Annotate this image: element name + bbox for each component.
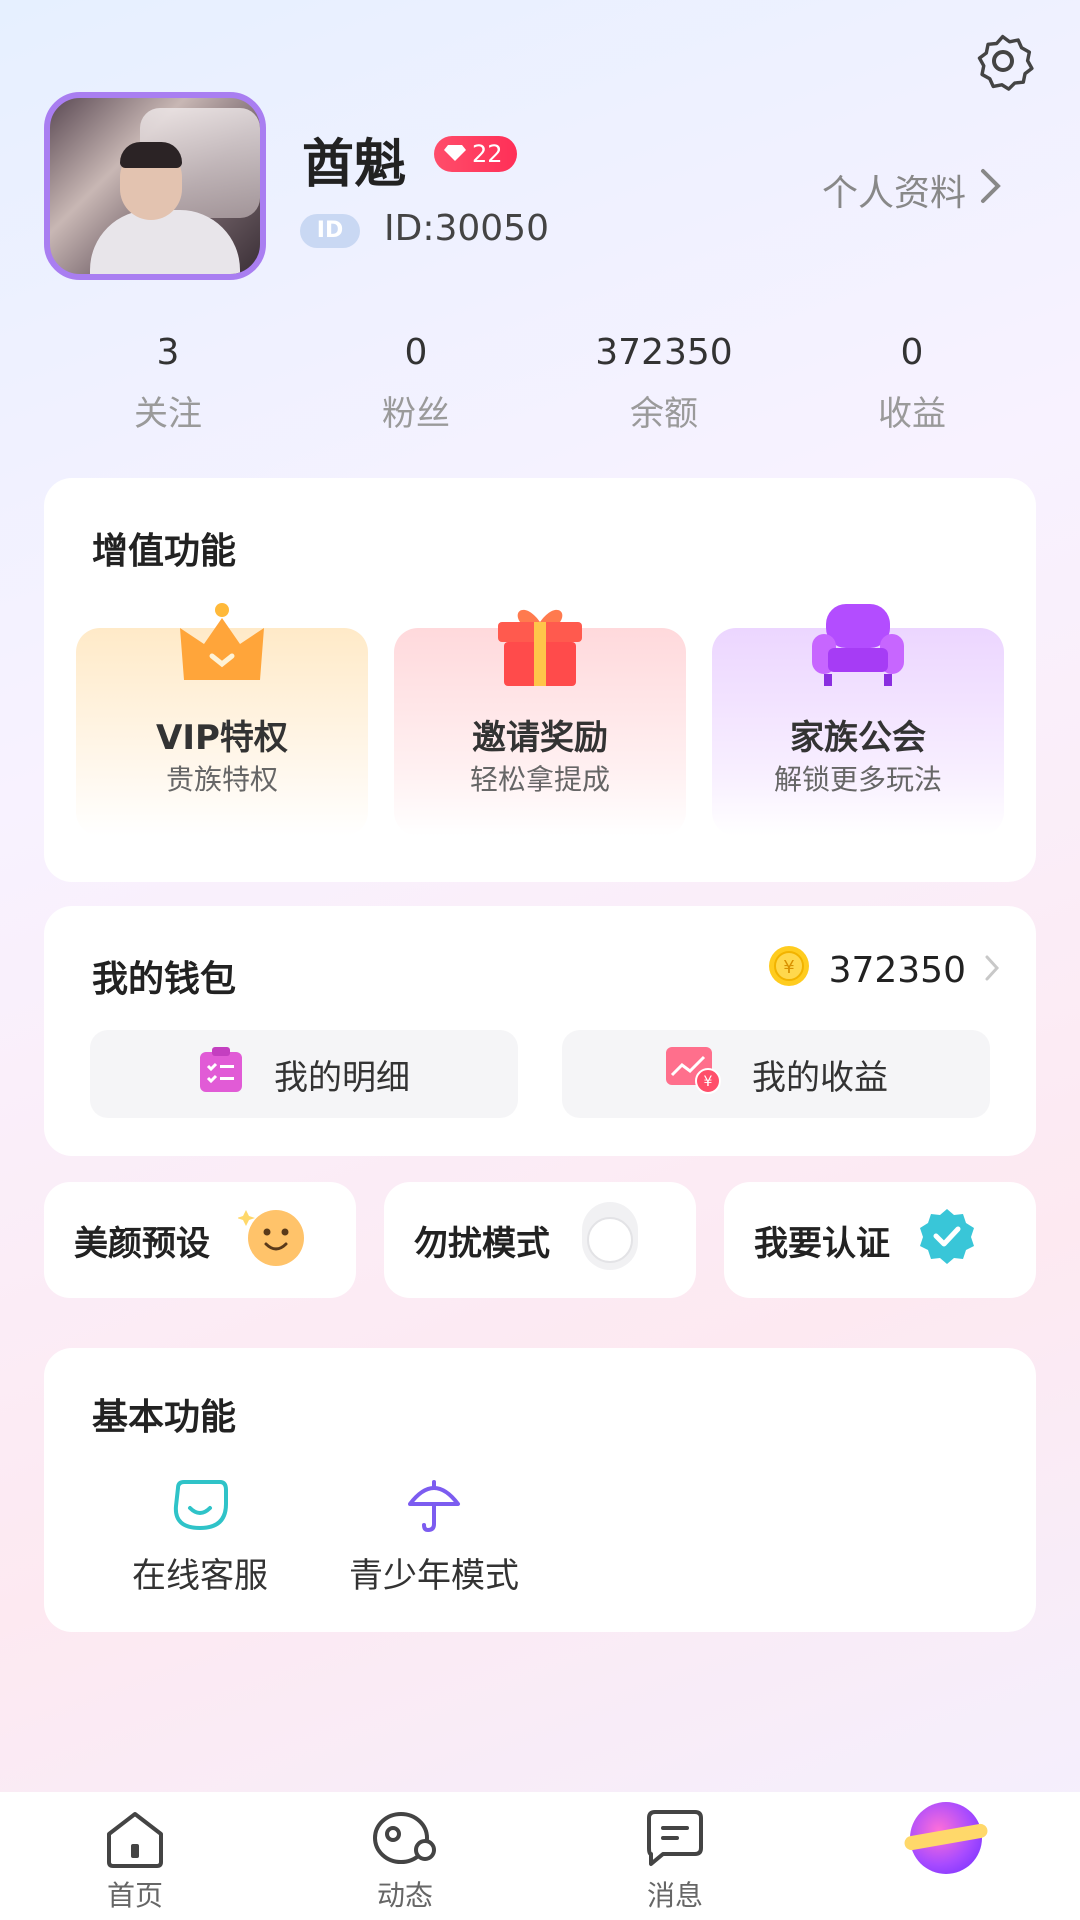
teen-mode-item[interactable]: 青少年模式 (324, 1478, 544, 1597)
sofa-icon (808, 600, 908, 690)
my-income-label: 我的收益 (752, 1057, 888, 1098)
profile-link-label: 个人资料 (822, 173, 967, 214)
verification-label: 我要认证 (754, 1223, 890, 1264)
family-guild-card[interactable]: 家族公会 解锁更多玩法 (712, 604, 1004, 836)
feature-subtitle: 解锁更多玩法 (773, 763, 942, 796)
message-icon (641, 1808, 709, 1870)
basic-functions-title: 基本功能 (92, 1397, 237, 1438)
nav-home[interactable]: 首页 (0, 1792, 270, 1920)
svg-text:¥: ¥ (783, 957, 794, 978)
stat-label: 收益 (878, 394, 946, 434)
stat-label: 余额 (630, 394, 698, 434)
feature-name: 邀请奖励 (472, 718, 608, 758)
level-badge: 22 (434, 136, 517, 172)
stat-earnings[interactable]: 0 收益 (788, 328, 1036, 438)
nav-me[interactable] (810, 1792, 1080, 1920)
stat-value: 3 (156, 332, 180, 373)
nav-messages[interactable]: 消息 (540, 1792, 810, 1920)
wallet-balance-value: 372350 (828, 950, 966, 991)
verification-tile[interactable]: 我要认证 (724, 1182, 1036, 1298)
value-added-title: 增值功能 (92, 531, 237, 572)
vip-privilege-card[interactable]: VIP特权 贵族特权 (76, 603, 368, 836)
teen-mode-label: 青少年模式 (349, 1556, 519, 1596)
customer-service-label: 在线客服 (132, 1556, 268, 1596)
username: 酋魁 (302, 135, 407, 195)
nav-messages-label: 消息 (646, 1879, 703, 1912)
wallet-card: 我的钱包 ¥ 372350 我的明细 ¥ 我的收益 (44, 906, 1036, 1156)
invite-reward-card[interactable]: 邀请奖励 轻松拿提成 (394, 609, 686, 836)
verified-badge-icon (918, 1207, 976, 1274)
income-chart-icon: ¥ (664, 1045, 722, 1104)
feature-name: VIP特权 (156, 718, 288, 758)
svg-text:¥: ¥ (704, 1074, 713, 1090)
stat-value: 0 (900, 332, 924, 373)
id-tag: ID (300, 214, 360, 248)
my-details-button[interactable]: 我的明细 (90, 1030, 518, 1118)
gift-icon (490, 600, 590, 690)
stat-fans[interactable]: 0 粉丝 (292, 328, 540, 438)
coin-icon: ¥ (767, 944, 811, 997)
nav-home-label: 首页 (106, 1879, 163, 1912)
beauty-preset-label: 美颜预设 (74, 1223, 210, 1264)
stat-value: 372350 (595, 332, 733, 373)
my-details-label: 我的明细 (274, 1057, 410, 1098)
bottom-nav: 首页 动态 消息 (0, 1792, 1080, 1920)
nav-moments[interactable]: 动态 (270, 1792, 540, 1920)
level-value: 22 (472, 140, 503, 168)
stat-value: 0 (404, 332, 428, 373)
smiley-icon (237, 1204, 310, 1277)
feature-subtitle: 贵族特权 (165, 763, 278, 796)
stats-row: 3 关注 0 粉丝 372350 余额 0 收益 (44, 328, 1036, 438)
user-id: ID:30050 (384, 208, 549, 249)
basic-functions-card: 基本功能 在线客服 青少年模式 (44, 1348, 1036, 1632)
chevron-right-icon (984, 950, 1000, 991)
avatar[interactable] (44, 92, 266, 280)
settings-gear-icon[interactable] (970, 28, 1036, 94)
me-planet-icon (910, 1802, 982, 1874)
do-not-disturb-label: 勿扰模式 (414, 1223, 550, 1264)
nav-moments-label: 动态 (376, 1879, 433, 1912)
beauty-preset-tile[interactable]: 美颜预设 (44, 1182, 356, 1298)
feature-subtitle: 轻松拿提成 (469, 763, 610, 796)
value-added-card: 增值功能 VIP特权 贵族特权 邀请奖励 轻松拿提成 家族公会 解锁更多玩法 (44, 478, 1036, 882)
feature-name: 家族公会 (790, 718, 926, 758)
clipboard-list-icon (198, 1046, 244, 1103)
umbrella-icon (404, 1478, 464, 1534)
wallet-balance[interactable]: ¥ 372350 (767, 944, 1000, 997)
profile-link[interactable]: 个人资料 (822, 164, 1002, 216)
wallet-title: 我的钱包 (92, 959, 237, 1000)
diamond-icon (444, 136, 466, 172)
stat-label: 关注 (134, 394, 202, 434)
customer-service-item[interactable]: 在线客服 (110, 1478, 290, 1597)
dnd-toggle[interactable] (578, 1200, 642, 1281)
home-icon (101, 1808, 169, 1870)
stat-following[interactable]: 3 关注 (44, 328, 292, 438)
customer-service-icon (170, 1478, 230, 1534)
moments-icon (371, 1808, 439, 1870)
my-income-button[interactable]: ¥ 我的收益 (562, 1030, 990, 1118)
stat-label: 粉丝 (382, 394, 450, 434)
stat-balance[interactable]: 372350 余额 (540, 328, 788, 438)
chevron-right-icon (980, 168, 1002, 213)
crown-icon (172, 600, 272, 690)
do-not-disturb-tile[interactable]: 勿扰模式 (384, 1182, 696, 1298)
